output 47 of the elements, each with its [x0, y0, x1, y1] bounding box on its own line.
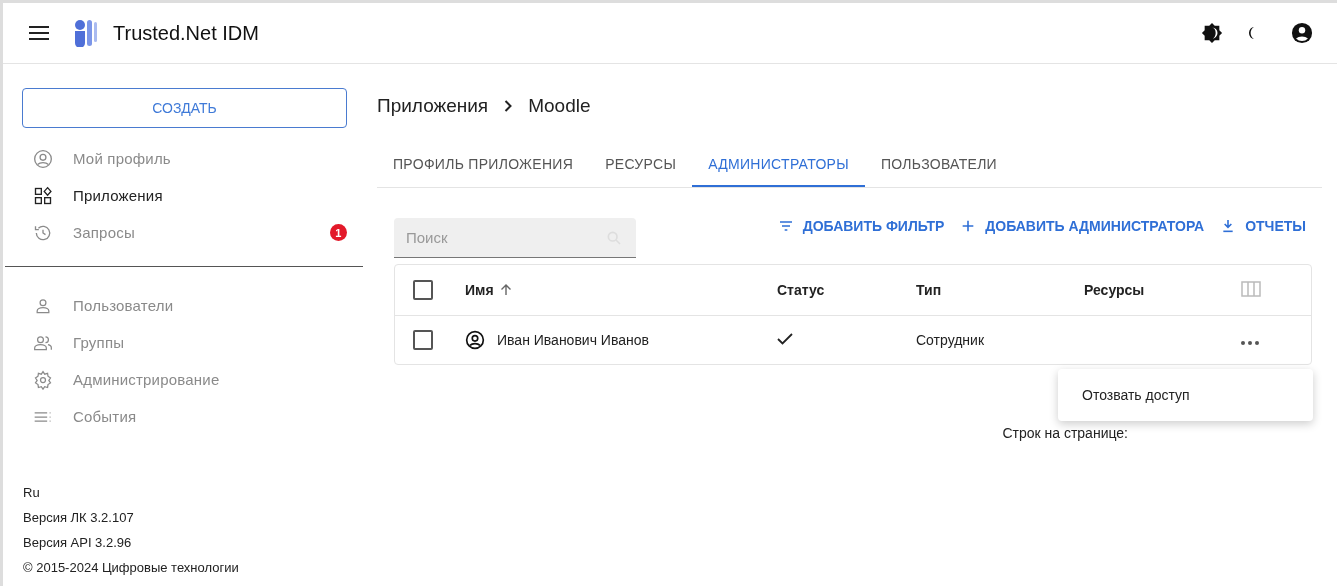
moon-icon[interactable]	[1247, 26, 1255, 40]
select-all-checkbox[interactable]	[413, 280, 433, 300]
tab[interactable]: ПОЛЬЗОВАТЕЛИ	[864, 142, 1013, 187]
footer-text: Ru	[23, 484, 41, 502]
footer-text: © 2015-2024 Цифровые технологии	[23, 559, 240, 577]
column-header[interactable]: Тип	[916, 282, 942, 298]
user-avatar-icon	[465, 330, 485, 350]
sidebar-item[interactable]: События	[3, 398, 363, 435]
action-button[interactable]: ОТЧЕТЫ	[1214, 214, 1312, 238]
column-header[interactable]: Имя	[465, 282, 494, 298]
rows-per-page-label: Строк на странице:	[1002, 425, 1128, 441]
brightness-icon[interactable]	[1201, 22, 1223, 44]
column-header[interactable]: Ресурсы	[1084, 282, 1145, 298]
logo-icon	[73, 19, 99, 47]
gear-icon	[33, 369, 53, 390]
footer-text: Версия ЛК 3.2.107	[23, 509, 135, 527]
footer-text: Версия API 3.2.96	[23, 534, 133, 552]
search-field[interactable]: Поиск	[394, 218, 636, 258]
more-icon[interactable]	[1241, 341, 1259, 345]
action-button[interactable]: ДОБАВИТЬ ФИЛЬТР	[771, 214, 951, 238]
column-header[interactable]: Статус	[777, 282, 825, 298]
breadcrumb-item[interactable]: Приложения	[377, 95, 489, 117]
tab[interactable]: ПРОФИЛЬ ПРИЛОЖЕНИЯ	[377, 142, 590, 187]
sidebar-item[interactable]: Запросы 1	[3, 214, 363, 251]
row-checkbox[interactable]	[413, 330, 433, 350]
sidebar-item[interactable]: Приложения	[3, 177, 363, 214]
sidebar-item[interactable]: Пользователи	[3, 287, 363, 324]
action-button[interactable]: ДОБАВИТЬ АДМИНИСТРАТОРА	[954, 214, 1211, 238]
menu-icon[interactable]	[29, 26, 49, 40]
chevron-right-icon	[504, 100, 513, 112]
profile-icon	[33, 148, 53, 169]
sort-arrow-icon[interactable]	[499, 284, 512, 296]
breadcrumb-item: Moodle	[528, 95, 591, 117]
sidebar-item[interactable]: Мой профиль	[3, 140, 363, 177]
apps-icon	[33, 185, 53, 206]
create-button[interactable]: СОЗДАТЬ	[22, 88, 347, 128]
app-title: Trusted.Net IDM	[113, 21, 259, 45]
tab[interactable]: АДМИНИСТРАТОРЫ	[692, 142, 865, 187]
sidebar-item[interactable]: Группы	[3, 324, 363, 361]
account-icon[interactable]	[1291, 22, 1313, 44]
table-cell: Сотрудник	[916, 332, 984, 348]
menu-item[interactable]: Отозвать доступ	[1058, 377, 1313, 413]
filter-icon	[777, 218, 794, 234]
table-cell: Иван Иванович Иванов	[497, 332, 649, 348]
tab[interactable]: РЕСУРСЫ	[589, 142, 693, 187]
sidebar-item[interactable]: Администрирование	[3, 361, 363, 398]
notification-count: 1	[330, 224, 347, 241]
